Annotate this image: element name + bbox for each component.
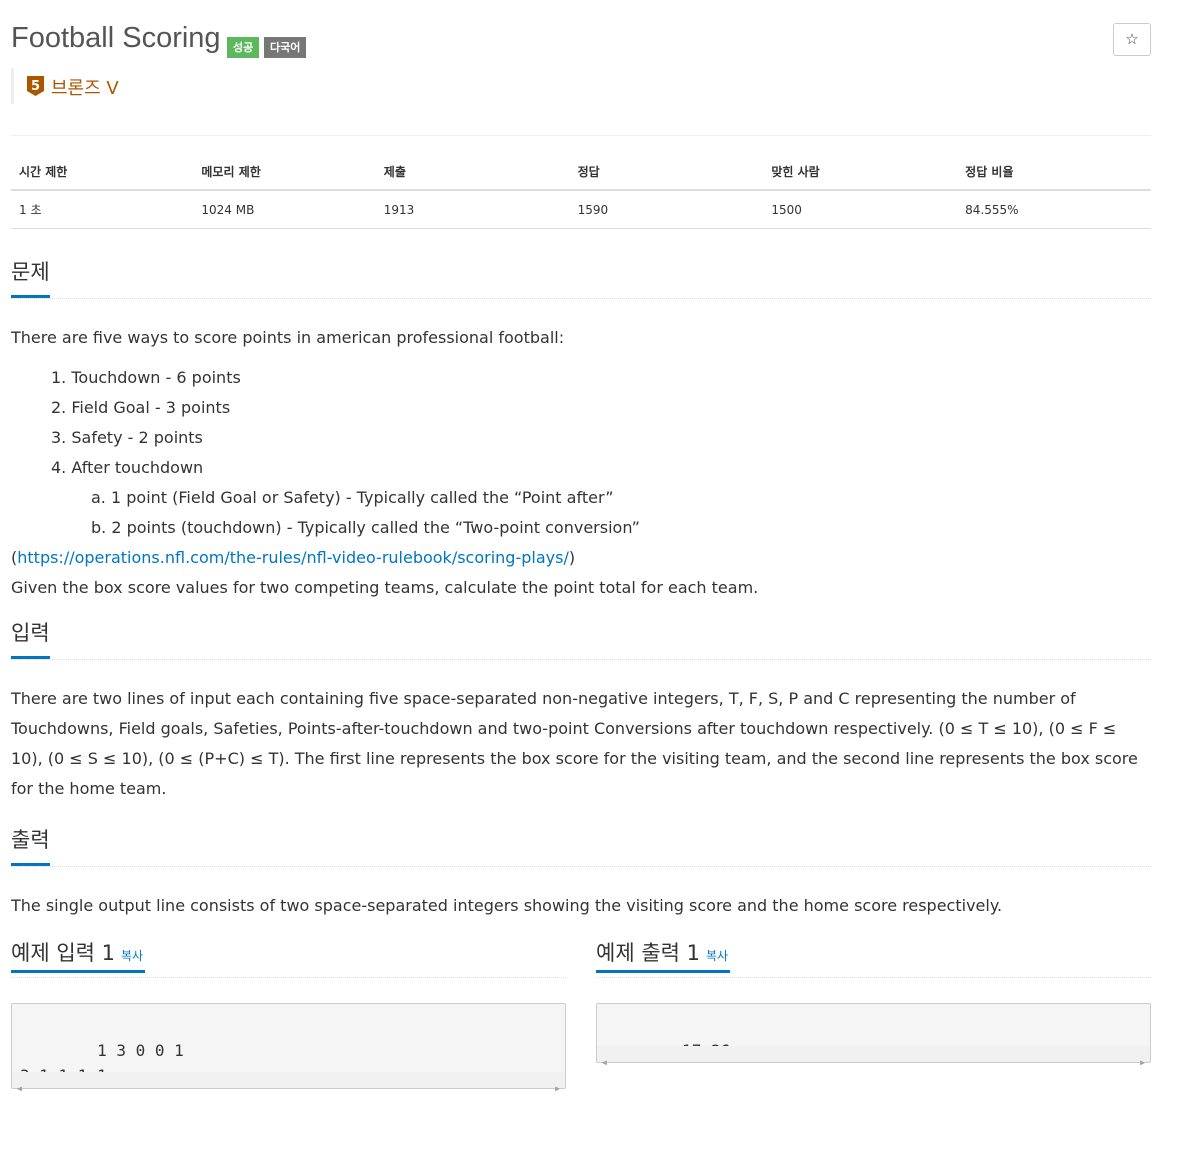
copy-output-button[interactable]: 복사 <box>706 949 728 963</box>
tier-level: 5 <box>31 79 40 94</box>
list-item: 4. After touchdown a. 1 point (Field Goa… <box>51 453 1151 543</box>
samples-area: 예제 입력 1 복사 1 3 0 0 1 3 1 1 1 1 ◀ ▶ 예제 출력 … <box>11 941 1151 1101</box>
sample-input-box[interactable]: 1 3 0 0 1 3 1 1 1 1 ◀ ▶ <box>11 1003 566 1093</box>
scroll-left-icon[interactable]: ◀ <box>17 1076 22 1101</box>
problem-heading: 문제 <box>11 260 50 298</box>
output-heading: 출력 <box>11 828 50 866</box>
sub-list-item: a. 1 point (Field Goal or Safety) - Typi… <box>91 488 614 507</box>
multilang-badge[interactable]: 다국어 <box>264 37 307 58</box>
sample-output-title: 예제 출력 1 <box>596 941 700 965</box>
horizontal-scrollbar[interactable]: ◀ ▶ <box>597 1046 1150 1067</box>
time-limit-value: 1 초 <box>11 190 194 229</box>
info-value-row: 1 초 1024 MB 1913 1590 1500 84.555% <box>11 190 1151 229</box>
problem-info-table: 시간 제한 메모리 제한 제출 정답 맞힌 사람 정답 비율 1 초 1024 … <box>11 154 1151 229</box>
rulebook-link[interactable]: https://operations.nfl.com/the-rules/nfl… <box>17 548 569 567</box>
scroll-right-icon[interactable]: ▶ <box>555 1076 560 1101</box>
list-item: 2. Field Goal - 3 points <box>51 398 231 417</box>
memory-limit-value: 1024 MB <box>193 190 376 229</box>
output-section-header: 출력 <box>11 828 1151 867</box>
submissions-header: 제출 <box>375 154 570 191</box>
problem-title: Football Scoring <box>11 22 221 54</box>
input-heading: 입력 <box>11 621 50 659</box>
scroll-left-icon[interactable]: ◀ <box>602 1050 607 1075</box>
favorite-star-button[interactable]: ☆ <box>1113 23 1151 56</box>
rulebook-reference: (https://operations.nfl.com/the-rules/nf… <box>11 543 1151 573</box>
title-row: Football Scoring 성공 다국어 ☆ <box>11 0 1151 62</box>
scoring-list: 1. Touchdown - 6 points 2. Field Goal - … <box>11 363 1151 543</box>
sub-list: a. 1 point (Field Goal or Safety) - Typi… <box>51 483 1151 543</box>
star-icon: ☆ <box>1125 30 1139 48</box>
sample-output-box[interactable]: 17 26 ◀ ▶ <box>596 1003 1151 1067</box>
ratio-header: 정답 비율 <box>957 154 1151 191</box>
solvers-value[interactable]: 1500 <box>763 190 958 229</box>
accepted-header: 정답 <box>569 154 764 191</box>
tier-row: 5 브론즈 V <box>11 68 1151 104</box>
time-limit-header: 시간 제한 <box>11 154 194 191</box>
submissions-value[interactable]: 1913 <box>375 190 570 229</box>
ratio-value: 84.555% <box>957 190 1151 229</box>
scroll-right-icon[interactable]: ▶ <box>1140 1050 1145 1075</box>
problem-page: Football Scoring 성공 다국어 ☆ 5 브론즈 V 시간 제한 … <box>11 0 1151 1101</box>
tier-label[interactable]: 브론즈 V <box>51 74 119 100</box>
sample-output-column: 예제 출력 1 복사 17 26 ◀ ▶ <box>596 941 1151 1067</box>
divider <box>11 135 1151 136</box>
paren-close: ) <box>568 548 576 567</box>
problem-description: There are five ways to score points in a… <box>11 323 1151 603</box>
problem-closing: Given the box score values for two compe… <box>11 578 759 597</box>
input-text: There are two lines of input each contai… <box>11 689 1138 798</box>
sample-input-title: 예제 입력 1 <box>11 941 115 965</box>
sample-input-heading: 예제 입력 1 복사 <box>11 941 146 973</box>
sample-input-header: 예제 입력 1 복사 <box>11 941 566 978</box>
success-badge: 성공 <box>227 37 260 58</box>
copy-input-button[interactable]: 복사 <box>121 949 143 963</box>
input-section-header: 입력 <box>11 621 1151 660</box>
problem-intro: There are five ways to score points in a… <box>11 328 565 347</box>
accepted-value: 1590 <box>569 190 764 229</box>
list-item-text: 4. After touchdown <box>51 458 204 477</box>
sample-output-header: 예제 출력 1 복사 <box>596 941 1151 978</box>
memory-limit-header: 메모리 제한 <box>193 154 376 191</box>
list-item: 3. Safety - 2 points <box>51 428 203 447</box>
info-header-row: 시간 제한 메모리 제한 제출 정답 맞힌 사람 정답 비율 <box>11 154 1151 191</box>
sample-output-heading: 예제 출력 1 복사 <box>596 941 731 973</box>
problem-section-header: 문제 <box>11 260 1151 299</box>
sample-input-column: 예제 입력 1 복사 1 3 0 0 1 3 1 1 1 1 ◀ ▶ <box>11 941 566 1093</box>
bronze-tier-icon: 5 <box>27 76 44 96</box>
solvers-header: 맞힌 사람 <box>763 154 958 191</box>
input-description: There are two lines of input each contai… <box>11 684 1151 804</box>
horizontal-scrollbar[interactable]: ◀ ▶ <box>12 1072 565 1093</box>
list-item: 1. Touchdown - 6 points <box>51 368 241 387</box>
output-description: The single output line consists of two s… <box>11 891 1151 921</box>
output-text: The single output line consists of two s… <box>11 896 1003 915</box>
sub-list-item: b. 2 points (touchdown) - Typically call… <box>91 518 640 537</box>
